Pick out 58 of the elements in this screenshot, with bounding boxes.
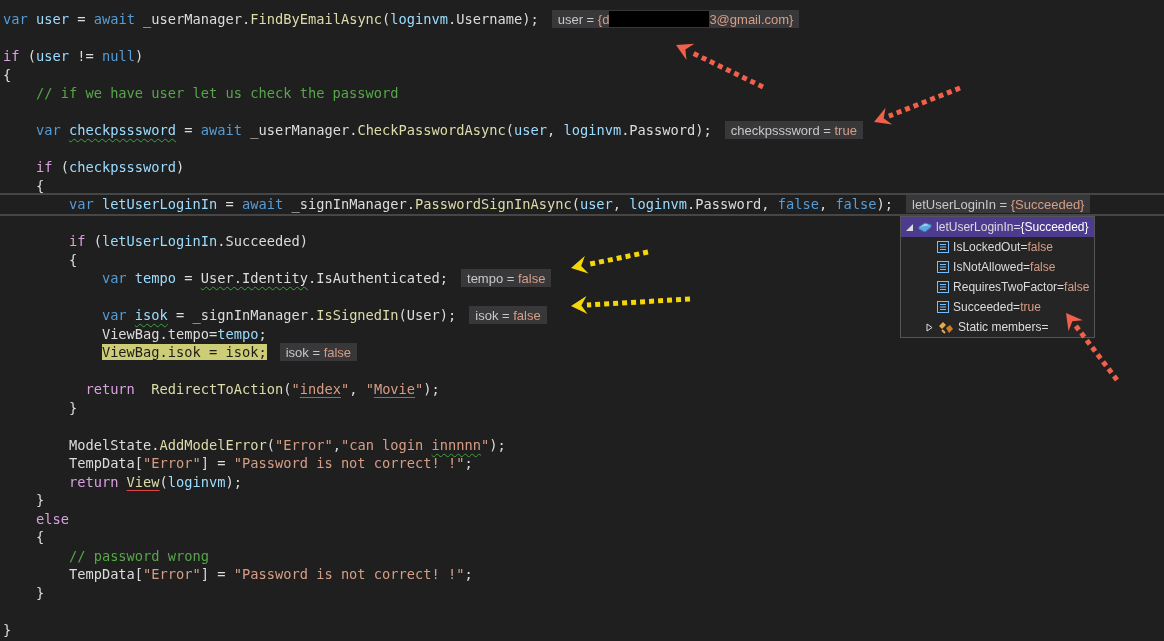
tree-item[interactable]: IsNotAllowed=false [901, 257, 1095, 278]
tree-item[interactable]: RequiresTwoFactor=false [901, 277, 1095, 298]
property-icon [937, 261, 950, 274]
code-line: { [67, 250, 78, 269]
data-tip[interactable]: user = {d 3@gmail.com} [551, 10, 800, 29]
code-line: } [34, 491, 45, 510]
tree-item[interactable]: IsLockedOut=false [901, 237, 1095, 258]
code-line: if (checkpsssword) [34, 158, 185, 177]
tree-item[interactable]: letUserLoginIn={Succeeded} [901, 217, 1095, 238]
data-tip-text: isok = false [285, 344, 352, 360]
data-tip-text: checkpsssword = true [730, 122, 857, 138]
code-line: var tempo = User.Identity.IsAuthenticated; [100, 269, 449, 288]
data-tip[interactable]: isok = false [469, 306, 547, 325]
tree-item-text: RequiresTwoFactor=false [953, 280, 1090, 295]
code-line: if (letUserLoginIn.Succeeded) [67, 232, 308, 251]
code-line: } [34, 583, 45, 602]
code-line: { [3, 65, 12, 84]
data-tip-text: 3@gmail.com} [709, 11, 794, 27]
code-line: return RedirectToAction("index", "Movie"); [84, 380, 440, 399]
code-line: ViewBag.tempo=tempo; [100, 324, 267, 343]
property-icon [937, 241, 950, 254]
object-icon [918, 221, 933, 234]
data-tip[interactable]: isok = false [279, 343, 358, 362]
code-line: } [67, 398, 78, 417]
data-tip[interactable]: letUserLoginIn = {Succeeded} [906, 195, 1091, 214]
data-tip[interactable]: tempo = false [461, 269, 552, 288]
data-tip-text: user = {d [557, 11, 610, 27]
code-line: var isok = _signInManager.IsSignedIn(User); [100, 306, 457, 325]
code-line: } [3, 620, 12, 639]
code-line: TempData["Error"] = "Password is not correct! !"; [67, 454, 473, 473]
code-line: TempData["Error"] = "Password is not correct! !"; [67, 565, 473, 584]
data-tip-text: tempo = false [467, 270, 546, 286]
data-tip[interactable]: checkpsssword = true [724, 121, 863, 140]
tree-item-text: Succeeded=true [953, 300, 1041, 315]
code-line: return View(loginvm); [67, 472, 242, 491]
code-line: var user = await _userManager.FindByEmailAsync(loginvm.Username); [3, 10, 539, 29]
code-line: // password wrong [67, 546, 209, 565]
code-line: var letUserLoginIn = await _signInManager.PasswordSignInAsync(user, loginvm.Password, false, false); [67, 195, 894, 214]
collapse-icon[interactable] [905, 222, 915, 232]
static-members-icon [938, 320, 955, 334]
code-line: { [34, 176, 45, 195]
code-line: if (user != null) [3, 47, 144, 66]
tree-item-text: letUserLoginIn={Succeeded} [936, 220, 1089, 235]
code-line: else [34, 509, 69, 528]
data-tip-text: isok = false [475, 307, 541, 323]
property-icon [937, 281, 950, 294]
code-line: { [34, 528, 45, 547]
tree-item-text: IsLockedOut=false [953, 240, 1053, 255]
code-line: var checkpsssword = await _userManager.CheckPasswordAsync(user, loginvm.Password); [34, 121, 712, 140]
data-tip-text: letUserLoginIn = {Succeeded} [912, 196, 1085, 212]
code-line: ModelState.AddModelError("Error","can login innnnn"); [67, 435, 506, 454]
expand-icon[interactable] [925, 322, 935, 332]
tree-item[interactable]: Static members= [901, 317, 1095, 338]
tree-item-text: Static members= [958, 320, 1049, 335]
tree-item[interactable]: Succeeded=true [901, 297, 1095, 318]
tree-item-text: IsNotAllowed=false [953, 260, 1056, 275]
code-line: // if we have user let us check the password [34, 84, 399, 103]
property-icon [937, 301, 950, 314]
